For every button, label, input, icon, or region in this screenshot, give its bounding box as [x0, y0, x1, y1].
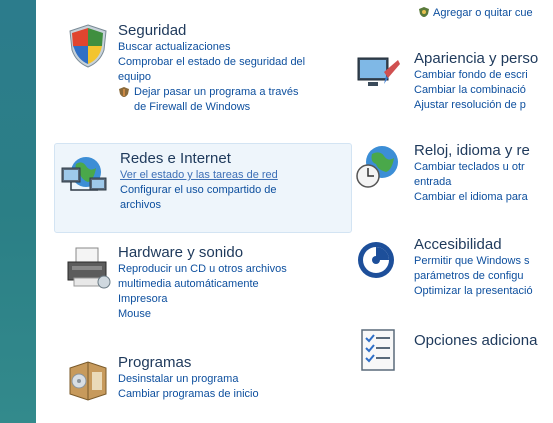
security-shield-icon [69, 24, 107, 68]
security-title[interactable]: Seguridad [118, 22, 305, 40]
change-keyboards-link-cont[interactable]: entrada [414, 175, 530, 190]
check-security-status-link[interactable]: Comprobar el estado de seguridad del [118, 55, 305, 70]
printer-link[interactable]: Impresora [118, 292, 287, 307]
printer-icon [67, 247, 111, 289]
let-windows-suggest-link[interactable]: Permitir que Windows s [414, 254, 533, 269]
control-panel-content: Agregar o quitar cue Seguridad Buscar ac… [36, 0, 553, 423]
uninstall-program-link[interactable]: Desinstalar un programa [118, 372, 259, 387]
hardware-title[interactable]: Hardware y sonido [118, 244, 287, 262]
left-sidebar-panel [0, 0, 36, 423]
programs-box-icon [69, 361, 107, 401]
user-accounts-shield-icon [419, 7, 429, 17]
view-network-status-link[interactable]: Ver el estado y las tareas de red [120, 168, 278, 183]
startup-programs-link[interactable]: Cambiar programas de inicio [118, 387, 259, 402]
check-updates-link[interactable]: Buscar actualizaciones [118, 40, 305, 55]
adjust-resolution-link[interactable]: Ajustar resolución de p [414, 98, 538, 113]
change-display-language-link[interactable]: Cambiar el idioma para [414, 190, 530, 205]
change-keyboards-link[interactable]: Cambiar teclados u otr [414, 160, 530, 175]
appearance-title[interactable]: Apariencia y perso [414, 50, 538, 68]
additional-options-title[interactable]: Opciones adiciona [414, 332, 537, 350]
accessibility-title[interactable]: Accesibilidad [414, 236, 533, 254]
mouse-link[interactable]: Mouse [118, 307, 287, 322]
optimize-display-link[interactable]: Optimizar la presentació [414, 284, 533, 299]
clock-language-title[interactable]: Reloj, idioma y re [414, 142, 530, 160]
network-title[interactable]: Redes e Internet [120, 150, 278, 168]
let-windows-suggest-link-cont[interactable]: parámetros de configu [414, 269, 533, 284]
change-color-scheme-link[interactable]: Cambiar la combinació [414, 83, 538, 98]
change-background-link[interactable]: Cambiar fondo de escri [414, 68, 538, 83]
firewall-shield-icon [119, 87, 129, 97]
configure-file-sharing-link[interactable]: Configurar el uso compartido de [120, 183, 278, 198]
accessibility-icon [358, 242, 394, 278]
programs-title[interactable]: Programas [118, 354, 259, 372]
checklist-icon [361, 329, 395, 371]
autoplay-link-cont[interactable]: multimedia automáticamente [118, 277, 287, 292]
clock-globe-icon [356, 146, 398, 188]
check-security-status-link-cont[interactable]: equipo [118, 70, 305, 85]
autoplay-link[interactable]: Reproducir un CD u otros archivos [118, 262, 287, 277]
network-globe-icon [61, 157, 107, 191]
firewall-allow-program-link-cont[interactable]: de Firewall de Windows [118, 100, 305, 115]
configure-file-sharing-link-cont[interactable]: archivos [120, 198, 278, 213]
add-remove-accounts-link[interactable]: Agregar o quitar cue [418, 6, 533, 19]
firewall-allow-program-link[interactable]: Dejar pasar un programa a través [118, 85, 305, 100]
appearance-monitor-icon [357, 57, 400, 86]
